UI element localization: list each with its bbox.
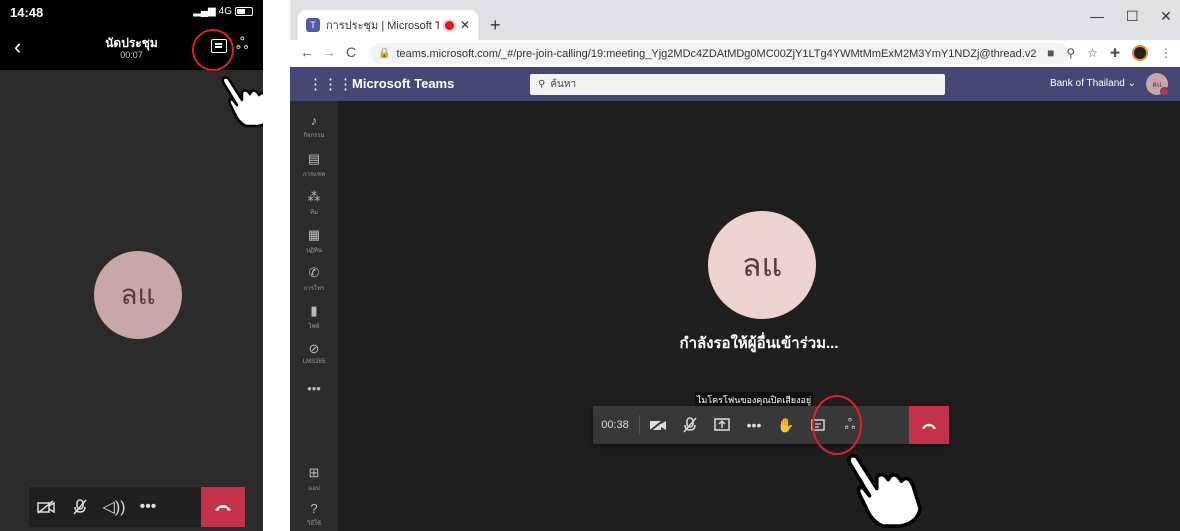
teams-app: ⋮⋮⋮ Microsoft Teams ⚲ ค้นหา Bank of Thai… bbox=[290, 67, 1180, 531]
rail-label: การแชท bbox=[302, 172, 326, 178]
url-field[interactable]: 🔒 teams.microsoft.com/_#/pre-join-callin… bbox=[370, 43, 1070, 64]
highlight-circle bbox=[192, 29, 234, 71]
rail-label: แอป bbox=[308, 486, 320, 492]
browser-menu-icon[interactable]: ⋮ bbox=[1160, 46, 1172, 60]
calendar-icon: ▦ bbox=[307, 227, 321, 242]
call-controls: 00:38 ••• ✋ ஃ bbox=[593, 406, 949, 444]
battery-icon bbox=[235, 7, 253, 16]
people-icon[interactable]: ஃ bbox=[236, 35, 249, 55]
hang-up-button[interactable] bbox=[909, 406, 949, 444]
rail-label: ทีม bbox=[310, 210, 318, 216]
teams-brand: Microsoft Teams bbox=[352, 76, 455, 91]
help-icon: ? bbox=[310, 501, 318, 516]
network-label: 4G bbox=[218, 6, 232, 17]
rail-item-more[interactable]: ••• bbox=[290, 381, 338, 396]
close-tab-icon[interactable]: ✕ bbox=[460, 18, 470, 32]
pointing-hand-icon bbox=[221, 76, 263, 128]
zoom-icon[interactable]: ⚲ bbox=[1066, 46, 1075, 60]
reload-icon[interactable]: C bbox=[346, 44, 356, 60]
rail-item-calendar[interactable]: ▦ ปฏิทิน bbox=[290, 227, 338, 255]
browser-tab[interactable]: T การประชุม | Microsoft Teams ✕ bbox=[298, 10, 478, 40]
more-icon: ••• bbox=[307, 381, 321, 396]
rail-label: การโทร bbox=[303, 286, 325, 292]
browser-toolbar-icons: ■ ⚲ ☆ ✚ ⋮ bbox=[1047, 45, 1172, 61]
participant-avatar: ลแ bbox=[94, 251, 182, 339]
search-icon: ⚲ bbox=[538, 79, 546, 90]
file-icon: ▮ bbox=[310, 303, 318, 318]
teams-header: ⋮⋮⋮ Microsoft Teams ⚲ ค้นหา Bank of Thai… bbox=[290, 67, 1180, 101]
status-time: 14:48 bbox=[10, 5, 44, 20]
search-placeholder: ค้นหา bbox=[550, 79, 577, 90]
hang-up-icon bbox=[215, 505, 231, 511]
more-icon[interactable]: ••• bbox=[738, 406, 770, 444]
forward-icon[interactable]: → bbox=[322, 44, 336, 60]
phone-icon: ✆ bbox=[308, 265, 320, 280]
rail-label: กิจกรรม bbox=[303, 133, 325, 139]
tab-title: การประชุม | Microsoft Teams bbox=[326, 20, 439, 32]
rail-label: LMS365 bbox=[302, 359, 326, 365]
app-launcher-icon[interactable]: ⋮⋮⋮ bbox=[308, 75, 353, 93]
extensions-icon[interactable]: ✚ bbox=[1110, 46, 1120, 60]
mic-off-icon[interactable] bbox=[63, 487, 97, 527]
minimize-icon[interactable]: — bbox=[1090, 8, 1104, 24]
rail-label: ปฏิทิน bbox=[306, 248, 322, 254]
rail-item-calls[interactable]: ✆ การโทร bbox=[290, 265, 338, 293]
back-icon[interactable]: ← bbox=[300, 44, 314, 60]
teams-icon: ⁂ bbox=[307, 189, 321, 204]
address-bar: ← → C 🔒 teams.microsoft.com/_#/pre-join-… bbox=[290, 40, 1180, 67]
waiting-message: กำลังรอให้ผู้อื่นเข้าร่วม... bbox=[679, 335, 839, 352]
teams-favicon-icon: T bbox=[306, 18, 320, 32]
camera-off-icon[interactable] bbox=[642, 406, 674, 444]
signal-icon: ▂▄▆ bbox=[193, 6, 216, 17]
browser-window: T การประชุม | Microsoft Teams ✕ + — ☐ ✕ … bbox=[290, 0, 1180, 531]
raise-hand-icon[interactable]: ✋ bbox=[770, 406, 802, 444]
rail-item-lms365[interactable]: ⊘ LMS365 bbox=[290, 341, 338, 365]
org-switcher[interactable]: Bank of Thailand ⌄ bbox=[1050, 78, 1136, 89]
hang-up-icon bbox=[921, 423, 937, 429]
search-input[interactable]: ⚲ ค้นหา bbox=[530, 74, 945, 95]
check-icon: ⊘ bbox=[308, 341, 320, 356]
phone-call-controls: ◁)) ••• bbox=[29, 487, 245, 527]
call-duration: 00:38 bbox=[601, 419, 629, 431]
rail-label: ไฟล์ bbox=[308, 324, 320, 330]
divider bbox=[639, 415, 640, 435]
hang-up-button[interactable] bbox=[201, 487, 245, 527]
rail-item-teams[interactable]: ⁂ ทีม bbox=[290, 189, 338, 217]
chat-icon: ▤ bbox=[307, 151, 321, 166]
pointing-hand-icon bbox=[847, 454, 923, 528]
meeting-stage: ลแ กำลังรอให้ผู้อื่นเข้าร่วม... ไมโครโฟน… bbox=[338, 101, 1180, 531]
camera-indicator-icon[interactable]: ■ bbox=[1047, 46, 1054, 60]
tab-strip: T การประชุม | Microsoft Teams ✕ + — ☐ ✕ bbox=[290, 0, 1180, 40]
new-tab-icon[interactable]: + bbox=[490, 15, 501, 36]
speaker-icon[interactable]: ◁)) bbox=[97, 487, 131, 527]
recording-icon bbox=[444, 20, 454, 30]
participant-avatar: ลแ bbox=[708, 211, 816, 319]
user-avatar[interactable]: ลแ bbox=[1146, 73, 1169, 96]
screenshot: 14:48 ▂▄▆ 4G ‹ นัดประชุม 00:07 ஃ ลแ ◁)) … bbox=[0, 0, 1180, 531]
network-indicator: ▂▄▆ 4G bbox=[193, 6, 253, 17]
profile-avatar[interactable] bbox=[1132, 45, 1148, 61]
rail-item-help[interactable]: ? วิธีใช้ bbox=[290, 501, 338, 528]
camera-off-icon[interactable] bbox=[29, 487, 63, 527]
status-bar: 14:48 ▂▄▆ 4G bbox=[0, 0, 263, 24]
bell-icon: ♪ bbox=[310, 113, 318, 128]
share-screen-icon[interactable] bbox=[706, 406, 738, 444]
rail-item-activity[interactable]: ♪ กิจกรรม bbox=[290, 113, 338, 140]
more-icon[interactable]: ••• bbox=[131, 487, 165, 527]
bookmark-star-icon[interactable]: ☆ bbox=[1087, 46, 1098, 60]
apps-icon: ⊞ bbox=[308, 465, 320, 480]
phone-screen: 14:48 ▂▄▆ 4G ‹ นัดประชุม 00:07 ஃ ลแ ◁)) … bbox=[0, 0, 263, 531]
close-window-icon[interactable]: ✕ bbox=[1160, 8, 1172, 25]
rail-item-files[interactable]: ▮ ไฟล์ bbox=[290, 303, 338, 331]
app-rail: ♪ กิจกรรม ▤ การแชท ⁂ ทีม ▦ ปฏิทิน ✆ การโ… bbox=[290, 101, 338, 531]
org-name: Bank of Thailand bbox=[1049, 78, 1125, 89]
rail-label: วิธีใช้ bbox=[306, 521, 322, 527]
lock-icon: 🔒 bbox=[378, 48, 391, 59]
rail-item-apps[interactable]: ⊞ แอป bbox=[290, 465, 338, 493]
rail-item-chat[interactable]: ▤ การแชท bbox=[290, 151, 338, 179]
url-text: teams.microsoft.com/_#/pre-join-calling/… bbox=[396, 47, 1037, 60]
mic-off-icon[interactable] bbox=[674, 406, 706, 444]
maximize-icon[interactable]: ☐ bbox=[1126, 8, 1139, 25]
